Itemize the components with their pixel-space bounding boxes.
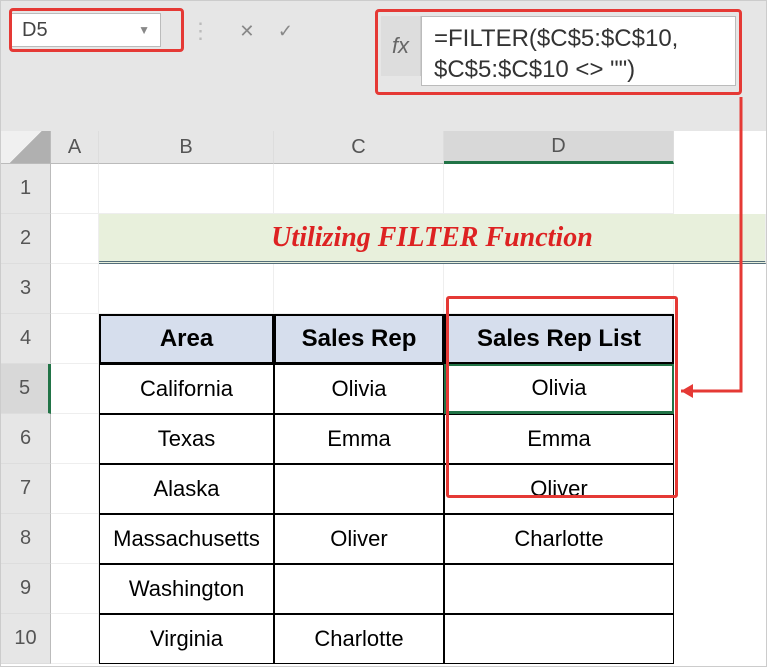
row-header-2[interactable]: 2 [1,214,51,264]
formula-text-line1: =FILTER($C$5:$C$10, [434,23,723,54]
cell[interactable] [51,464,99,514]
cell-rep[interactable]: Oliver [274,514,444,564]
cell[interactable] [444,164,674,214]
cell-area[interactable]: California [99,364,274,414]
formula-bar[interactable]: =FILTER($C$5:$C$10, $C$5:$C$10 <> "") [421,16,736,86]
cell[interactable] [274,264,444,314]
cell[interactable] [51,264,99,314]
cell-list[interactable]: Oliver [444,464,674,514]
cell-rep[interactable] [274,564,444,614]
header-rep[interactable]: Sales Rep [274,314,444,364]
formula-text-line2: $C$5:$C$10 <> "") [434,54,723,85]
row-header-10[interactable]: 10 [1,614,51,664]
row-header-1[interactable]: 1 [1,164,51,214]
name-box-value: D5 [22,19,138,42]
cell[interactable] [99,264,274,314]
row-header-9[interactable]: 9 [1,564,51,614]
cell-list[interactable]: Emma [444,414,674,464]
cell-area[interactable]: Virginia [99,614,274,664]
cell[interactable] [51,214,99,264]
ribbon-area: D5 ▼ ⋮ ✕ ✓ fx =FILTER($C$5:$C$10, $C$5:$… [1,1,766,131]
cell-area[interactable]: Alaska [99,464,274,514]
column-headers: A B C D [51,131,766,164]
col-header-c[interactable]: C [274,131,444,164]
cell-rep[interactable]: Olivia [274,364,444,414]
separator-icon: ⋮ [189,18,211,44]
col-header-a[interactable]: A [51,131,99,164]
cell-list-selected[interactable]: Olivia [444,364,674,414]
cell-area[interactable]: Washington [99,564,274,614]
enter-formula-button[interactable]: ✓ [268,14,302,48]
col-header-d[interactable]: D [444,131,674,164]
cell[interactable] [51,314,99,364]
cell[interactable] [51,564,99,614]
fx-label[interactable]: fx [381,16,421,76]
select-all-corner[interactable] [1,131,51,164]
cell[interactable] [51,614,99,664]
cell-list[interactable]: Charlotte [444,514,674,564]
cell[interactable] [51,364,99,414]
row-header-5[interactable]: 5 [1,364,51,414]
cell[interactable] [51,164,99,214]
row-header-8[interactable]: 8 [1,514,51,564]
cell-list[interactable] [444,564,674,614]
cell-rep[interactable]: Emma [274,414,444,464]
row-header-6[interactable]: 6 [1,414,51,464]
row-header-7[interactable]: 7 [1,464,51,514]
header-list[interactable]: Sales Rep List [444,314,674,364]
col-header-b[interactable]: B [99,131,274,164]
cell[interactable] [274,164,444,214]
row-header-3[interactable]: 3 [1,264,51,314]
cell-list[interactable] [444,614,674,664]
header-area[interactable]: Area [99,314,274,364]
row-headers: 1 2 3 4 5 6 7 8 9 10 [1,131,51,666]
cancel-formula-button[interactable]: ✕ [230,14,264,48]
cell-area[interactable]: Texas [99,414,274,464]
cell-area[interactable]: Massachusetts [99,514,274,564]
dropdown-arrow-icon[interactable]: ▼ [138,23,150,37]
name-box[interactable]: D5 ▼ [11,13,161,47]
cell[interactable] [51,514,99,564]
cells-grid: Utilizing FILTER Function AreaSales RepS… [51,164,766,664]
row-header-4[interactable]: 4 [1,314,51,364]
cell-rep[interactable] [274,464,444,514]
cell-rep[interactable]: Charlotte [274,614,444,664]
cell[interactable] [444,264,674,314]
title-cell[interactable]: Utilizing FILTER Function [99,214,766,264]
spreadsheet: 1 2 3 4 5 6 7 8 9 10 A B C D Utilizing F… [1,131,766,666]
cell[interactable] [51,414,99,464]
cell[interactable] [99,164,274,214]
